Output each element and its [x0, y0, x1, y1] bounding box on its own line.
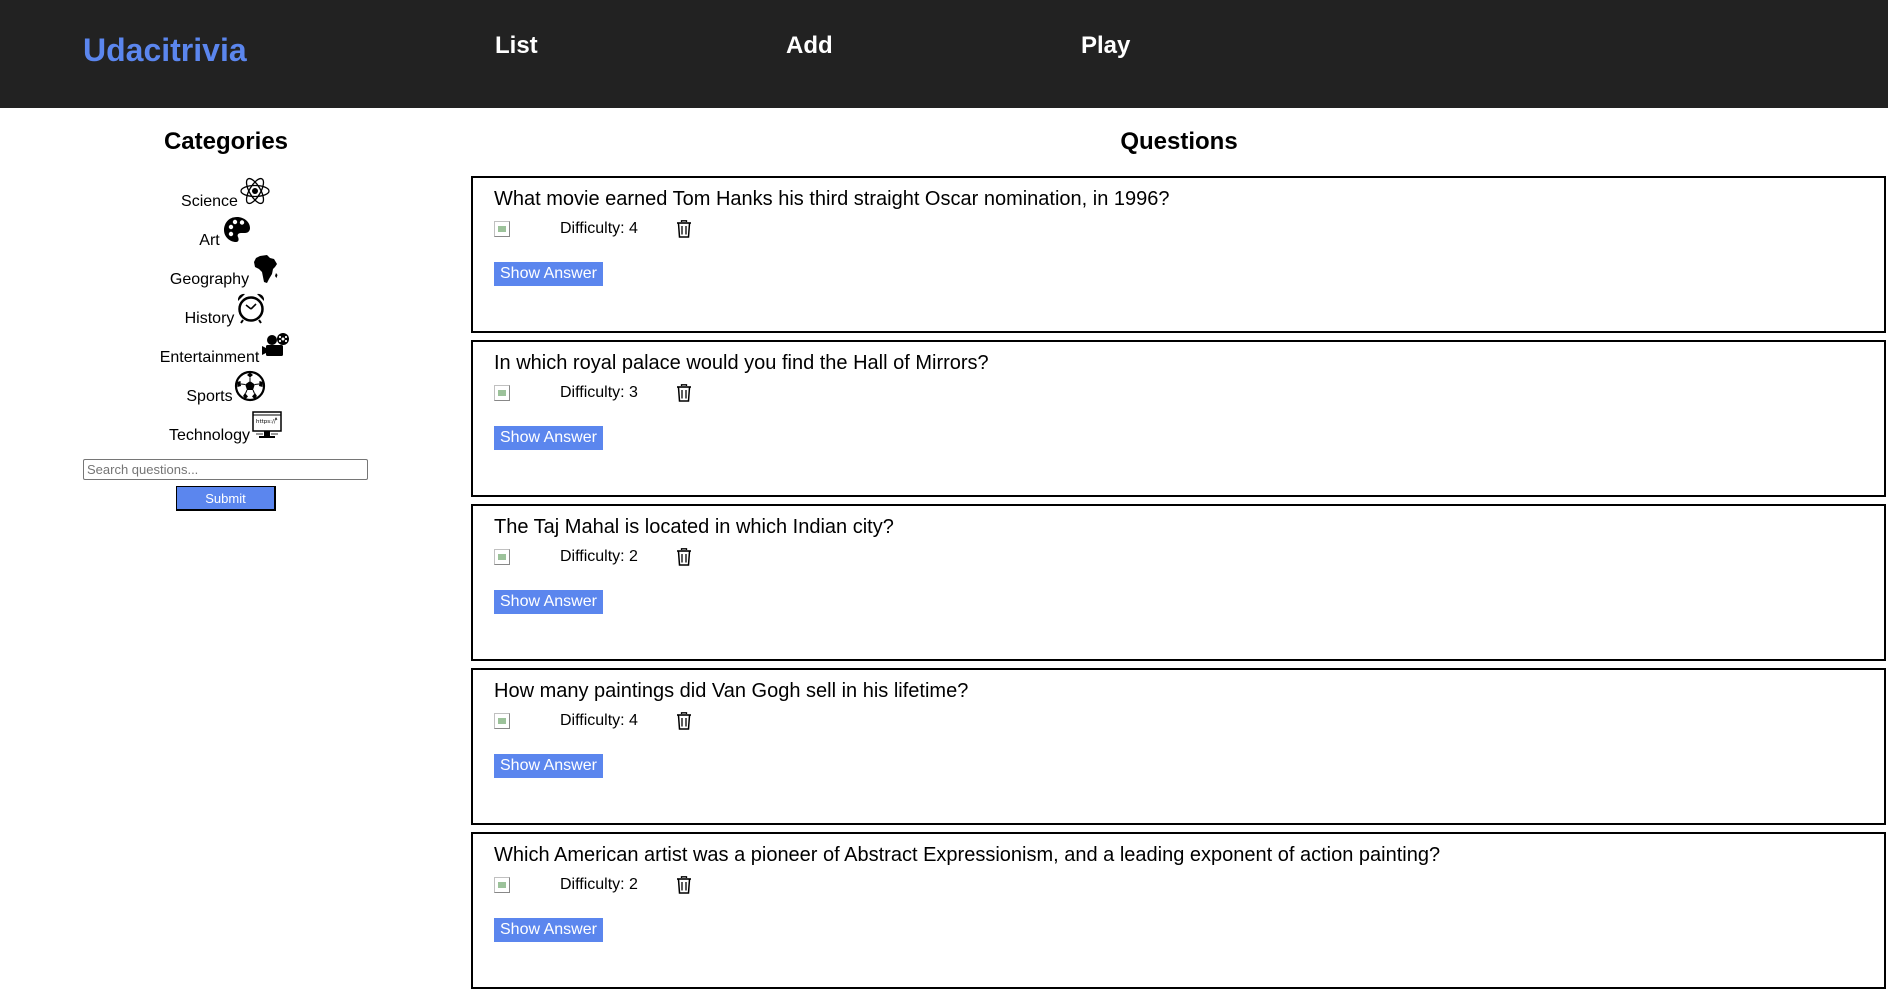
- category-image-icon: [494, 385, 510, 401]
- category-image-icon: [494, 877, 510, 893]
- atom-icon: [240, 177, 270, 205]
- delete-trash-icon[interactable]: [676, 712, 692, 730]
- question-card: The Taj Mahal is located in which Indian…: [471, 504, 1886, 661]
- palette-icon: [223, 217, 250, 242]
- nav-list-link[interactable]: List: [495, 32, 538, 60]
- category-item-geography[interactable]: Geography: [0, 250, 452, 289]
- soccer-ball-icon: [234, 370, 265, 402]
- category-label: Science: [181, 193, 238, 210]
- difficulty-label: Difficulty: 4: [560, 712, 638, 729]
- show-answer-button[interactable]: Show Answer: [494, 918, 603, 942]
- questions-heading: Questions: [1120, 128, 1238, 155]
- difficulty-label: Difficulty: 3: [560, 384, 638, 401]
- delete-trash-icon[interactable]: [676, 876, 692, 894]
- question-card: In which royal palace would you find the…: [471, 340, 1886, 497]
- category-label: History: [184, 310, 235, 327]
- search-input[interactable]: [83, 459, 368, 480]
- top-navbar: Udacitrivia List Add Play: [0, 0, 1888, 108]
- question-card: How many paintings did Van Gogh sell in …: [471, 668, 1886, 825]
- difficulty-label: Difficulty: 2: [560, 876, 638, 893]
- category-item-science[interactable]: Science: [0, 172, 452, 211]
- category-item-art[interactable]: Art: [0, 211, 452, 250]
- question-meta: Difficulty: 3: [494, 384, 692, 402]
- questions-panel: Questions What movie earned Tom Hanks hi…: [470, 108, 1888, 989]
- question-card: Which American artist was a pioneer of A…: [471, 832, 1886, 989]
- question-meta: Difficulty: 2: [494, 548, 692, 566]
- question-meta: Difficulty: 4: [494, 712, 692, 730]
- difficulty-label: Difficulty: 4: [560, 220, 638, 237]
- category-image-icon: [494, 549, 510, 565]
- category-label: Geography: [169, 271, 250, 288]
- category-label: Art: [199, 232, 220, 249]
- categories-heading: Categories: [163, 128, 289, 155]
- question-text: In which royal palace would you find the…: [494, 352, 989, 374]
- nav-play-link[interactable]: Play: [1081, 32, 1130, 60]
- category-image-icon: [494, 713, 510, 729]
- category-label: Technology: [169, 427, 250, 444]
- category-item-history[interactable]: History: [0, 289, 452, 328]
- show-answer-button[interactable]: Show Answer: [494, 262, 603, 286]
- category-item-sports[interactable]: Sports: [0, 367, 452, 406]
- show-answer-button[interactable]: Show Answer: [494, 590, 603, 614]
- delete-trash-icon[interactable]: [676, 220, 692, 238]
- question-text: The Taj Mahal is located in which Indian…: [494, 516, 894, 538]
- question-text: What movie earned Tom Hanks his third st…: [494, 188, 1170, 210]
- svg-text:https://: https://: [256, 419, 276, 425]
- nav-add-link[interactable]: Add: [786, 32, 833, 60]
- question-card: What movie earned Tom Hanks his third st…: [471, 176, 1886, 333]
- question-meta: Difficulty: 4: [494, 220, 692, 238]
- alarm-clock-icon: [238, 293, 265, 324]
- category-image-icon: [494, 221, 510, 237]
- search-submit-button[interactable]: Submit: [176, 486, 276, 511]
- category-list: Science Art Geography History Entertainm…: [0, 172, 452, 445]
- difficulty-label: Difficulty: 2: [560, 548, 638, 565]
- categories-sidebar: Categories Science Art Geography History…: [0, 108, 452, 963]
- question-text: How many paintings did Van Gogh sell in …: [494, 680, 969, 702]
- show-answer-button[interactable]: Show Answer: [494, 426, 603, 450]
- question-text: Which American artist was a pioneer of A…: [494, 844, 1441, 866]
- category-item-entertainment[interactable]: Entertainment: [0, 328, 452, 367]
- category-label: Entertainment: [159, 349, 260, 366]
- africa-map-icon: [254, 255, 278, 283]
- delete-trash-icon[interactable]: [676, 384, 692, 402]
- show-answer-button[interactable]: Show Answer: [494, 754, 603, 778]
- film-camera-icon: [262, 333, 290, 356]
- category-label: Sports: [186, 388, 233, 405]
- question-meta: Difficulty: 2: [494, 876, 692, 894]
- computer-monitor-icon: https://: [252, 411, 282, 438]
- category-item-technology[interactable]: Technology https://: [0, 406, 452, 445]
- brand-logo-link[interactable]: Udacitrivia: [83, 32, 247, 69]
- delete-trash-icon[interactable]: [676, 548, 692, 566]
